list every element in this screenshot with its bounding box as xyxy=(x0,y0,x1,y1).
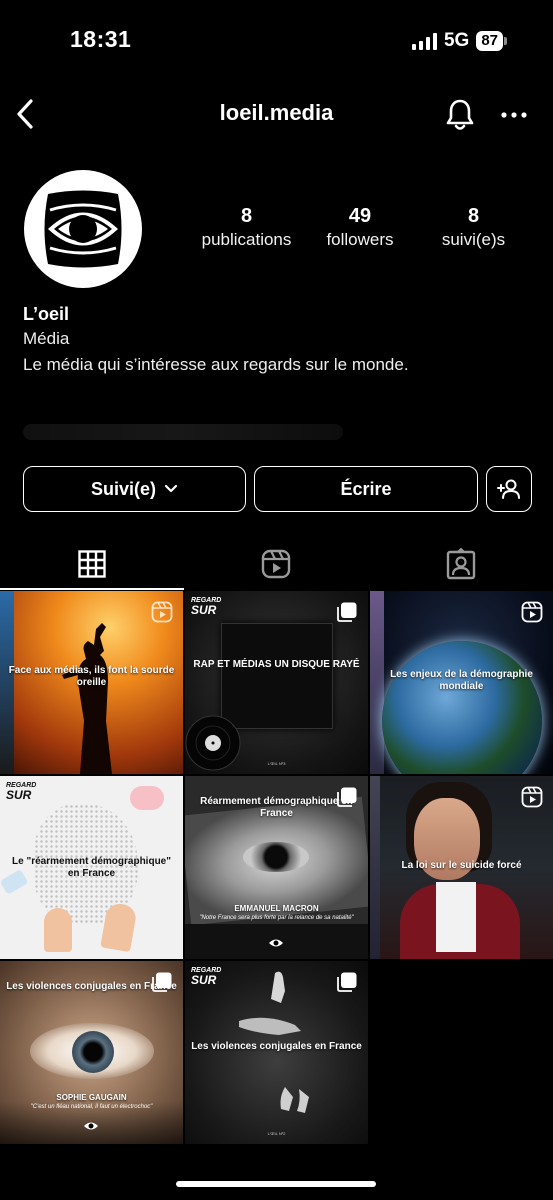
post-thumbnail[interactable]: REGARD SUR Les violences conjugales en Fr… xyxy=(185,961,368,1144)
posts-grid: Face aux médias, ils font la sourde orei… xyxy=(0,591,553,1144)
battery-icon: 87 xyxy=(476,31,507,51)
profile-category: Média xyxy=(23,329,70,348)
post-thumbnail[interactable]: Réarmement démographique en France EMMAN… xyxy=(185,776,368,959)
brand-logo-icon xyxy=(269,939,283,947)
profile-header: loeil.media xyxy=(0,90,553,138)
post-caption: Les violences conjugales en France xyxy=(191,1041,362,1052)
network-type: 5G xyxy=(443,30,470,51)
reel-badge-icon xyxy=(521,601,543,623)
post-thumbnail[interactable]: Les violences conjugales en France SOPHI… xyxy=(0,961,183,1144)
bell-icon xyxy=(446,99,474,130)
profile-stats: 8 publications 49 followers 8 suivi(e)s xyxy=(190,204,530,252)
post-footer: L'ŒIL Nº3 xyxy=(267,761,286,766)
profile-name: L’oeil xyxy=(23,304,70,324)
post-thumbnail[interactable]: REGARD SUR Le "réarmement démographique" … xyxy=(0,776,183,959)
add-person-icon xyxy=(497,479,520,499)
post-caption: Face aux médias, ils font la sourde orei… xyxy=(8,665,175,688)
quote-text: "Notre France sera plus forte par la rel… xyxy=(199,915,354,921)
carousel-badge-icon xyxy=(152,972,172,992)
post-tag: REGARD SUR xyxy=(6,782,37,802)
stat-value: 8 xyxy=(240,205,253,227)
post-tag: REGARD SUR xyxy=(191,967,222,987)
avatar[interactable] xyxy=(24,170,142,288)
post-caption: La loi sur le suicide forcé xyxy=(401,860,522,871)
quote-author: SOPHIE GAUGAIN xyxy=(56,1093,127,1102)
post-footer: L'ŒIL Nº2 xyxy=(267,1131,286,1136)
profile-actions: Suivi(e) Écrire xyxy=(23,466,532,512)
brand-logo-icon xyxy=(84,1122,98,1130)
signal-icon xyxy=(411,32,437,50)
profile-tabs xyxy=(0,538,553,592)
stat-label: followers xyxy=(326,230,394,249)
quote-text: "C'est un fléau national, il faut un éle… xyxy=(30,1104,153,1110)
post-thumbnail[interactable]: REGARD SUR RAP ET MÉDIAS UN DISQUE RAYÉ L… xyxy=(185,591,368,774)
message-button[interactable]: Écrire xyxy=(254,466,478,512)
stat-value: 49 xyxy=(348,205,372,227)
stat-label: suivi(e)s xyxy=(441,230,506,249)
concert-silhouette xyxy=(62,623,112,774)
post-caption: Le "réarmement démographique" en France xyxy=(12,856,171,879)
reel-badge-icon xyxy=(151,601,173,623)
post-caption: Les enjeux de la démographie mondiale xyxy=(390,669,533,692)
grid-icon xyxy=(78,550,106,578)
following-button[interactable]: Suivi(e) xyxy=(23,466,246,512)
post-thumbnail[interactable]: Les enjeux de la démographie mondiale xyxy=(370,591,553,774)
eye-logo-icon xyxy=(44,190,122,268)
home-indicator[interactable] xyxy=(176,1181,376,1187)
tab-posts[interactable] xyxy=(0,538,184,590)
status-indicators: 5G 87 xyxy=(411,30,507,52)
stat-label: publications xyxy=(201,230,292,249)
stat-value: 8 xyxy=(467,205,480,227)
post-caption: RAP ET MÉDIAS UN DISQUE RAYÉ xyxy=(193,659,360,670)
stat-followers[interactable]: 49 followers xyxy=(304,204,417,252)
profile-bio: L’oeil Média Le média qui s’intéresse au… xyxy=(23,302,533,378)
stat-following[interactable]: 8 suivi(e)s xyxy=(417,204,530,252)
tagged-icon xyxy=(446,548,476,580)
status-bar: 18:31 5G 87 xyxy=(0,0,553,80)
tab-tagged[interactable] xyxy=(369,538,553,590)
quote-author: EMMANUEL MACRON xyxy=(234,904,319,913)
carousel-badge-icon xyxy=(337,787,357,807)
battery-level: 87 xyxy=(476,31,503,51)
more-options-button[interactable] xyxy=(498,100,530,130)
reels-icon xyxy=(261,549,291,579)
stat-publications[interactable]: 8 publications xyxy=(190,204,303,252)
post-thumbnail[interactable]: Face aux médias, ils font la sourde orei… xyxy=(0,591,183,774)
notifications-button[interactable] xyxy=(444,98,476,132)
status-time: 18:31 xyxy=(70,26,132,52)
following-label: Suivi(e) xyxy=(90,478,156,499)
vinyl-record xyxy=(185,715,241,771)
post-tag: REGARD SUR xyxy=(191,597,222,617)
post-thumbnail[interactable]: La loi sur le suicide forcé xyxy=(370,776,553,959)
bio-text: Le média qui s’intéresse aux regards sur… xyxy=(23,355,409,374)
chevron-down-icon xyxy=(164,484,178,493)
bio-link-faded xyxy=(23,424,343,440)
ellipsis-icon xyxy=(501,112,527,118)
carousel-badge-icon xyxy=(337,602,357,622)
tab-reels[interactable] xyxy=(184,538,368,590)
carousel-badge-icon xyxy=(337,972,357,992)
active-tab-indicator xyxy=(0,588,184,590)
suggested-accounts-button[interactable] xyxy=(486,466,532,512)
reel-badge-icon xyxy=(521,786,543,808)
message-label: Écrire xyxy=(340,478,392,499)
